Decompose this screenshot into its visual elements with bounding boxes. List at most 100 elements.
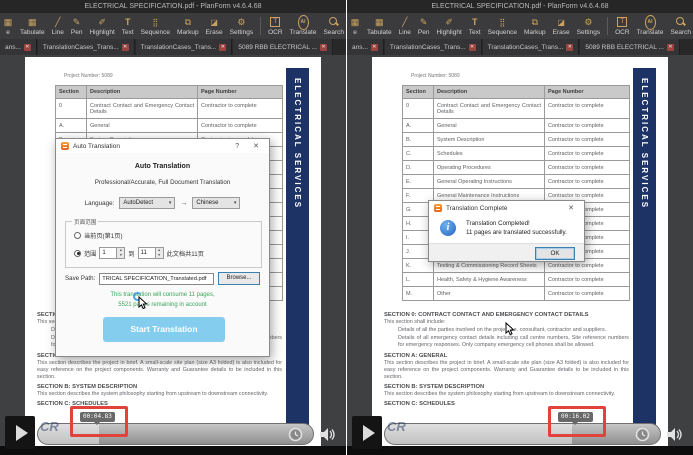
toolbar-button-erase[interactable]: Erase [206, 17, 223, 36]
search-icon [328, 17, 339, 28]
play-button[interactable] [352, 416, 382, 449]
close-icon[interactable] [248, 142, 264, 150]
toolbar-button-sequence[interactable]: Sequence [488, 17, 517, 36]
spin-down-icon[interactable] [156, 253, 163, 258]
toolbar-separator [260, 17, 261, 35]
markup-icon [530, 17, 540, 28]
toolbar-button-translate[interactable]: Translate [290, 17, 317, 36]
toolbar-button-markup[interactable]: Markup [524, 17, 546, 36]
radio-icon[interactable] [74, 232, 81, 239]
section-paragraph: This section describes the project in br… [384, 360, 629, 381]
dialog-footer: OK [429, 243, 584, 261]
document-tab[interactable]: ans... [0, 39, 37, 55]
toolbar-button-tabulate[interactable]: Tabulate [20, 17, 45, 36]
document-tab[interactable]: 5089 RBB ELECTRICAL ... [233, 39, 333, 55]
document-tab[interactable]: 5089 RBB ELECTRICAL ... [580, 39, 680, 55]
toolbar-button-clipped-left[interactable]: e [350, 17, 360, 36]
play-icon [16, 425, 28, 441]
play-button[interactable] [5, 416, 35, 449]
tab-close-icon[interactable] [667, 44, 674, 51]
toolbar-button-search[interactable]: Search [323, 17, 344, 36]
spin-down-icon[interactable] [117, 253, 124, 258]
play-icon [363, 425, 375, 441]
table-row: A.GeneralContractor to complete [403, 119, 630, 133]
tab-close-icon[interactable] [371, 44, 378, 51]
table-header-row: Section Description Page Number [56, 86, 283, 99]
toolbar-button-tabulate[interactable]: Tabulate [367, 17, 392, 36]
toolbar-button-erase[interactable]: Erase [553, 17, 570, 36]
player-bar-strip [0, 446, 346, 455]
toolbar-button-line[interactable]: Line [399, 17, 411, 36]
tab-close-icon[interactable] [320, 44, 327, 51]
document-tab[interactable]: TranslationCases_Trans... [136, 39, 233, 55]
arrow-icon: → [180, 200, 187, 207]
dialog-title: Translation Complete [446, 205, 559, 212]
range-to-stepper[interactable]: 11 [138, 247, 164, 259]
sequence-icon [497, 17, 507, 28]
player-clock-icon[interactable] [288, 427, 303, 442]
section-paragraph: Details of all emergency contact details… [398, 335, 629, 349]
clipped-tool-icon [350, 17, 360, 28]
window-title: ELECTRICAL SPECIFICATION.pdf - PlanForm … [432, 3, 609, 10]
volume-icon[interactable] [320, 428, 336, 441]
save-path-input[interactable]: TRICAL SPECIFICATION_Translated.pdf [99, 273, 214, 285]
line-icon [400, 17, 410, 28]
screenshot-stage: ELECTRICAL SPECIFICATION.pdf - PlanForm … [0, 0, 693, 455]
toolbar-button-line[interactable]: Line [52, 17, 64, 36]
document-tab[interactable]: TranslationCases_Trans... [38, 39, 135, 55]
tab-close-icon[interactable] [469, 44, 476, 51]
toolbar-button-ocr[interactable]: OCR [268, 17, 282, 36]
player-scrubber[interactable] [384, 423, 661, 445]
toolbar-button-translate[interactable]: Translate [637, 17, 664, 36]
ok-button[interactable]: OK [535, 247, 575, 260]
toolbar-button-settings[interactable]: Settings [230, 17, 254, 36]
table-row: 0Contract Contact and Emergency Contact … [403, 99, 630, 119]
player-bar-strip [347, 446, 693, 455]
page-range-label: 页面范围 [72, 218, 98, 226]
toolbar-button-ocr[interactable]: OCR [615, 17, 629, 36]
close-icon[interactable] [563, 204, 579, 212]
toolbar-button-text[interactable]: Text [469, 17, 481, 36]
toolbar: e Tabulate Line Pen Highlight [0, 13, 346, 39]
page-range-group: 页面范围 当前页(第1页) 范围 1 到 11 [65, 221, 262, 268]
toolbar-button-markup[interactable]: Markup [177, 17, 199, 36]
help-icon[interactable] [230, 143, 244, 150]
toolbar-button-search[interactable]: Search [670, 17, 691, 36]
source-language-dropdown[interactable]: AutoDetect [119, 197, 175, 209]
toolbar-button-text[interactable]: Text [122, 17, 134, 36]
range-from-stepper[interactable]: 1 [99, 247, 125, 259]
tab-close-icon[interactable] [24, 44, 31, 51]
document-tabbar: ans... TranslationCases_Trans... Transla… [347, 39, 693, 55]
document-tab[interactable]: TranslationCases_Trans... [483, 39, 580, 55]
toolbar-button-highlight[interactable]: Highlight [436, 17, 461, 36]
toolbar-button-pen[interactable]: Pen [418, 17, 430, 36]
start-translation-button[interactable]: Start Translation [103, 317, 225, 342]
page-footer-logo: CR [387, 419, 406, 434]
dialog-titlebar[interactable]: Auto Translation [56, 139, 269, 153]
dialog-titlebar[interactable]: Translation Complete [429, 201, 584, 215]
current-page-radio[interactable]: 当前页(第1页) [74, 231, 123, 240]
search-icon [675, 17, 686, 28]
tab-close-icon[interactable] [122, 44, 129, 51]
table-header-row: Section Description Page Number [403, 86, 630, 99]
toolbar-button-highlight[interactable]: Highlight [89, 17, 114, 36]
volume-icon[interactable] [667, 428, 683, 441]
toolbar-button-clipped-left[interactable]: e [3, 17, 13, 36]
tab-close-icon[interactable] [566, 44, 573, 51]
page-range-radio[interactable]: 范围 1 到 11 此文档共11页 [74, 247, 204, 259]
markup-icon [183, 17, 193, 28]
toolbar-button-sequence[interactable]: Sequence [141, 17, 170, 36]
target-language-dropdown[interactable]: Chinese [192, 197, 240, 209]
settings-icon [236, 17, 246, 28]
player-clock-icon[interactable] [635, 427, 650, 442]
browse-button[interactable]: Browse... [218, 272, 260, 285]
toolbar-button-pen[interactable]: Pen [71, 17, 83, 36]
radio-checked-icon[interactable] [74, 250, 81, 257]
tab-close-icon[interactable] [219, 44, 226, 51]
toolbar-button-settings[interactable]: Settings [577, 17, 601, 36]
document-tab[interactable]: ans... [347, 39, 384, 55]
translation-complete-dialog: Translation Complete Translation Complet… [428, 200, 585, 262]
ocr-icon [617, 17, 627, 28]
document-tab[interactable]: TranslationCases_Trans... [385, 39, 482, 55]
message-line: Translation Completed! [466, 220, 530, 227]
